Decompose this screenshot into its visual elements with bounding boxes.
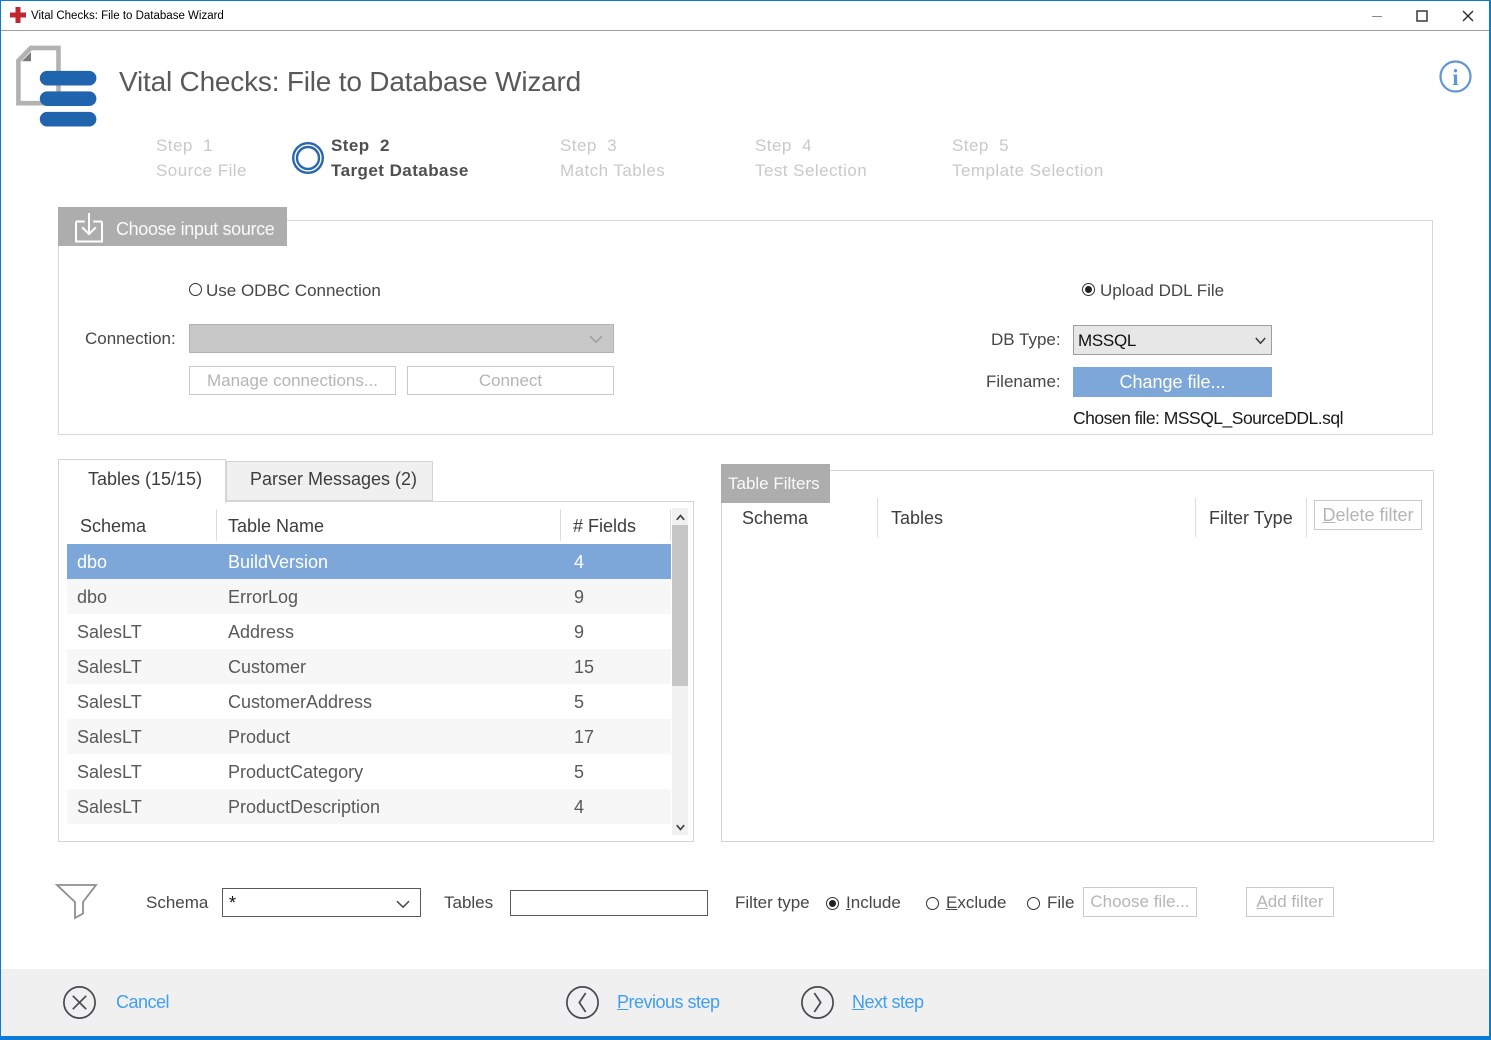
svg-text:i: i: [1452, 65, 1459, 90]
